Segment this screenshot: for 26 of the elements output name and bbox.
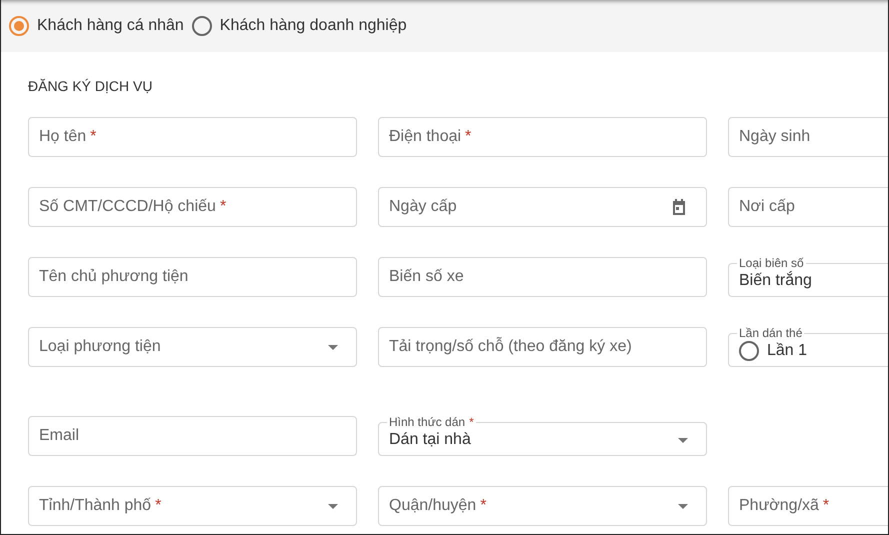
input-field[interactable]: Phường/xã * [728,486,888,526]
input-field[interactable]: Điện thoại * [378,117,707,157]
dropdown-field[interactable]: Hình thức dán * Dán tại nhà [378,416,707,456]
dropdown-caret-icon [328,344,338,350]
radio-option[interactable]: Khách hàng cá nhân [9,16,184,36]
dropdown-field[interactable]: Loại phương tiện [28,327,357,367]
dropdown-caret-icon [678,438,688,442]
input-field[interactable]: Loại biên số Biến trắng [728,257,888,297]
calendar-icon [670,198,688,216]
dropdown-field[interactable]: Tỉnh/Thành phố * [28,486,357,526]
dropdown-caret-icon [678,504,688,508]
radio-option[interactable]: Lần 1 [739,341,808,361]
input-field[interactable]: Số CMT/CCCD/Hộ chiếu * [28,187,357,227]
dropdown-caret-icon [328,504,338,508]
input-field[interactable]: Ngày cấp [378,187,707,227]
input-field[interactable]: Ngày sinh [728,117,888,157]
radio-option[interactable]: Khách hàng doanh nghiệp [192,16,407,36]
input-field[interactable]: Email [28,416,357,456]
input-field[interactable]: Họ tên * [28,117,357,157]
input-field[interactable]: Tên chủ phương tiện [28,257,357,297]
dropdown-field[interactable]: Quận/huyện * [378,486,707,526]
form-title: ĐĂNG KÝ DỊCH VỤ [28,77,154,96]
input-field[interactable]: Nơi cấp [728,187,888,227]
input-field[interactable]: Tải trọng/số chỗ (theo đăng ký xe) [378,327,707,367]
input-field[interactable]: Biến số xe [378,257,707,297]
radio-group: Lần dán thé Lần 1 [728,327,888,367]
